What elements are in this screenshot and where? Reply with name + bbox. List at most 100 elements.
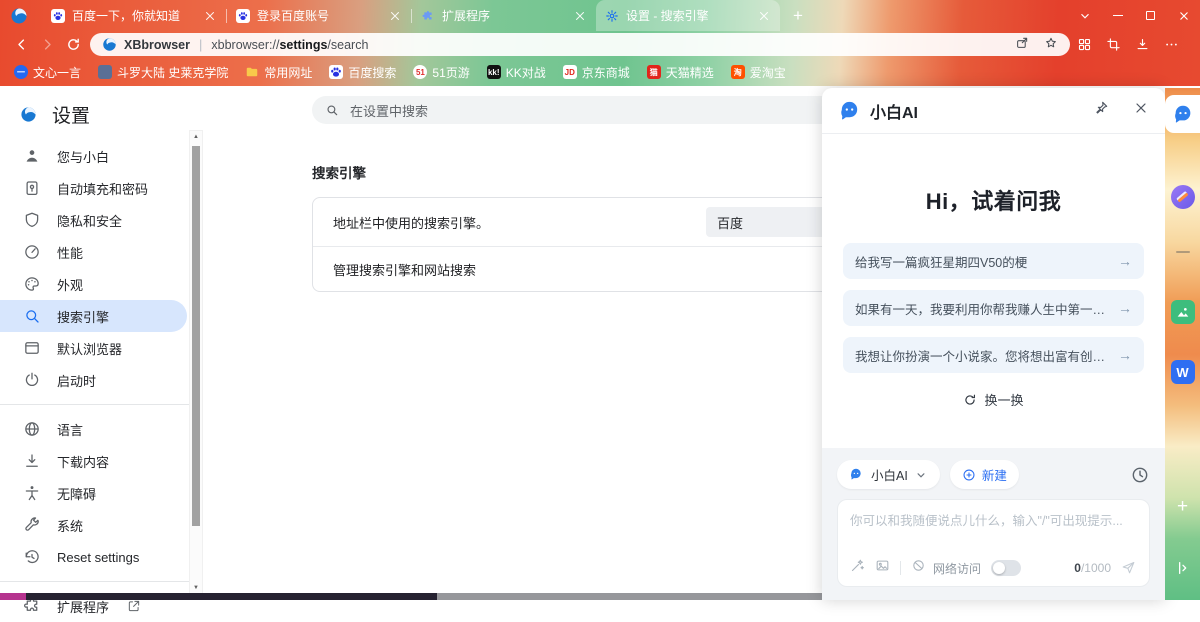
image-upload-icon[interactable] xyxy=(875,558,890,578)
ai-assistant-panel: 小白AI Hi，试着问我 给我写一篇疯狂星期四V50的梗→如果有一天，我要利用你… xyxy=(822,88,1165,600)
sidebar-item-browserwin[interactable]: 默认浏览器 xyxy=(0,332,187,364)
bookmark-item[interactable]: 5151页游 xyxy=(413,64,469,81)
ai-input-placeholder: 你可以和我随便说点儿什么，输入"/"可出现提示... xyxy=(850,510,1137,558)
arrow-right-icon: → xyxy=(1118,253,1132,269)
bookmark-favicon: kk! xyxy=(487,65,501,79)
history-clock-icon[interactable] xyxy=(1130,465,1150,485)
sidebar-item-label: 自动填充和密码 xyxy=(57,179,148,198)
page-scrollbar[interactable]: ▲ ▼ xyxy=(189,130,203,595)
bookmark-label: 百度搜索 xyxy=(348,64,396,81)
sidebar-item-palette[interactable]: 外观 xyxy=(0,268,187,300)
ai-suggestion-chip[interactable]: 我想让你扮演一个小说家。您将想出富有创意且引...→ xyxy=(843,337,1144,373)
tab-close-icon[interactable] xyxy=(757,9,771,23)
minimize-button[interactable] xyxy=(1101,0,1134,31)
browser-tab[interactable]: 扩展程序 xyxy=(412,0,596,31)
window-menu-chevron-icon[interactable] xyxy=(1068,0,1101,31)
tab-title: 百度一下，你就知道 xyxy=(72,7,196,24)
dock-paint-button[interactable] xyxy=(1171,185,1195,209)
sidebar-item-reset[interactable]: Reset settings xyxy=(0,541,187,573)
screenshot-crop-icon[interactable] xyxy=(1099,34,1128,56)
tab-close-icon[interactable] xyxy=(203,9,217,23)
dock-expand-button[interactable] xyxy=(1175,560,1191,576)
speedometer-icon xyxy=(23,243,41,261)
send-message-icon[interactable] xyxy=(1121,560,1137,576)
forward-button[interactable] xyxy=(34,34,60,56)
network-access-toggle[interactable] xyxy=(991,560,1021,576)
ai-message-input[interactable]: 你可以和我随便说点儿什么，输入"/"可出现提示... 网络访问 0/1000 xyxy=(837,499,1150,587)
bookmark-item[interactable]: 淘爱淘宝 xyxy=(731,64,786,81)
sidebar-item-label: 系统 xyxy=(57,516,83,535)
bookmarks-bar: 一文心一言 斗罗大陆 史莱克学院常用网址 百度搜索 5151页游 kk!KK对战 JD京东… xyxy=(0,58,1200,86)
browser-logo-icon xyxy=(10,7,28,25)
image-icon xyxy=(1175,304,1191,320)
site-favicon xyxy=(102,37,117,52)
bookmark-label: 51页游 xyxy=(432,64,469,81)
browser-tab[interactable]: 百度一下，你就知道 xyxy=(42,0,226,31)
apps-grid-icon[interactable] xyxy=(1070,34,1099,56)
bookmark-item[interactable]: 一文心一言 xyxy=(14,64,81,81)
tab-close-icon[interactable] xyxy=(573,9,587,23)
bookmark-label: 斗罗大陆 史莱克学院 xyxy=(117,64,228,81)
sidebar-item-speedometer[interactable]: 性能 xyxy=(0,236,187,268)
dock-ai-chat-button[interactable] xyxy=(1165,95,1200,133)
navigation-toolbar: XBbrowser | xbbrowser://settings/search xyxy=(0,31,1200,58)
manage-engines-row[interactable]: 管理搜索引擎和网站搜索 xyxy=(313,247,871,291)
sidebar-item-search[interactable]: 搜索引擎 xyxy=(0,300,187,332)
nav-divider xyxy=(0,581,190,582)
browser-tab[interactable]: 登录百度账号 xyxy=(227,0,411,31)
bookmark-item[interactable]: JD京东商城 xyxy=(563,64,630,81)
bookmark-item[interactable]: 斗罗大陆 史莱克学院 xyxy=(98,64,228,81)
close-window-button[interactable] xyxy=(1167,0,1200,31)
sidebar-item-label: 外观 xyxy=(57,275,83,294)
settings-search-placeholder: 在设置中搜索 xyxy=(350,101,428,120)
scroll-up-arrow[interactable]: ▲ xyxy=(190,134,202,140)
dock-add-button[interactable]: + xyxy=(1177,496,1188,518)
ai-suggestion-chip[interactable]: 如果有一天，我要利用你帮我赚人生中第一桶金，...→ xyxy=(843,290,1144,326)
tab-close-icon[interactable] xyxy=(388,9,402,23)
new-tab-button[interactable]: + xyxy=(786,4,810,28)
dock-wps-button[interactable]: W xyxy=(1171,360,1195,384)
refresh-suggestions-button[interactable]: 换一换 xyxy=(822,390,1165,409)
bookmark-label: 爱淘宝 xyxy=(750,64,786,81)
bookmark-item[interactable]: 百度搜索 xyxy=(329,64,396,81)
reload-button[interactable] xyxy=(60,34,86,56)
browser-tab[interactable]: 设置 - 搜索引擎 xyxy=(596,0,780,31)
scroll-down-arrow[interactable]: ▼ xyxy=(190,585,202,591)
arrow-right-icon: → xyxy=(1118,347,1132,363)
share-icon[interactable] xyxy=(1015,36,1029,53)
bookmark-favicon: JD xyxy=(563,65,577,79)
sidebar-item-shield[interactable]: 隐私和安全 xyxy=(0,204,187,236)
more-menu-icon[interactable] xyxy=(1157,34,1186,56)
sidebar-item-label: 语言 xyxy=(57,420,83,439)
search-engine-card: 地址栏中使用的搜索引擎。 百度 管理搜索引擎和网站搜索 xyxy=(312,197,872,292)
tab-bar: 百度一下，你就知道 登录百度账号扩展程序设置 - 搜索引擎 + xyxy=(0,0,1200,31)
sidebar-item-autofill[interactable]: 自动填充和密码 xyxy=(0,172,187,204)
scrollbar-thumb[interactable] xyxy=(192,146,200,526)
close-panel-icon[interactable] xyxy=(1133,100,1149,121)
bookmark-item[interactable]: 常用网址 xyxy=(245,64,312,81)
person-icon xyxy=(23,147,41,165)
maximize-button[interactable] xyxy=(1134,0,1167,31)
dock-image-tool-button[interactable] xyxy=(1171,300,1195,324)
sidebar-item-globe[interactable]: 语言 xyxy=(0,413,187,445)
bookmark-star-icon[interactable] xyxy=(1044,36,1058,53)
address-bar[interactable]: XBbrowser | xbbrowser://settings/search xyxy=(90,33,1070,56)
sidebar-item-download[interactable]: 下载内容 xyxy=(0,445,187,477)
new-chat-button[interactable]: 新建 xyxy=(950,460,1019,489)
back-button[interactable] xyxy=(8,34,34,56)
bookmark-item[interactable]: 猫天猫精选 xyxy=(647,64,714,81)
sidebar-item-person[interactable]: 您与小白 xyxy=(0,140,187,172)
sidebar-item-wrench[interactable]: 系统 xyxy=(0,509,187,541)
accessibility-icon xyxy=(23,484,41,502)
sidebar-item-label: 性能 xyxy=(57,243,83,262)
downloads-icon[interactable] xyxy=(1128,34,1157,56)
magic-wand-icon[interactable] xyxy=(850,558,865,578)
model-selector-pill[interactable]: 小白AI xyxy=(837,460,940,489)
pin-panel-icon[interactable] xyxy=(1093,100,1109,121)
sidebar-item-accessibility[interactable]: 无障碍 xyxy=(0,477,187,509)
sidebar-item-power[interactable]: 启动时 xyxy=(0,364,187,396)
default-engine-row: 地址栏中使用的搜索引擎。 百度 xyxy=(313,198,871,247)
bookmark-item[interactable]: kk!KK对战 xyxy=(487,64,546,81)
refresh-icon xyxy=(963,393,977,407)
ai-suggestion-chip[interactable]: 给我写一篇疯狂星期四V50的梗→ xyxy=(843,243,1144,279)
